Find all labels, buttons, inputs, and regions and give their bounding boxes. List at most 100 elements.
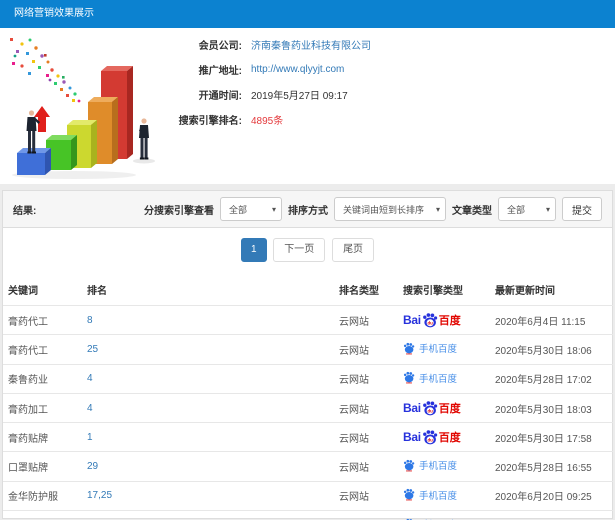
page-title: 网络营销效果展示 bbox=[14, 8, 94, 19]
updated-cell: 2020年6月20日 09:25 bbox=[495, 481, 613, 511]
keyword-cell: 膏药代工 bbox=[3, 305, 87, 335]
rank-link[interactable]: 25 bbox=[87, 344, 98, 355]
submit-button[interactable]: 提交 bbox=[562, 197, 602, 221]
engine-cell: 手机百度 bbox=[403, 334, 495, 365]
caret-down-icon: ▾ bbox=[271, 204, 276, 214]
rank-link[interactable]: 4 bbox=[87, 373, 93, 384]
baidu-logo-latin: Bai bbox=[403, 401, 421, 415]
info-label: 推广地址: bbox=[198, 66, 242, 77]
baidu-pc-logo: Bai du 百度 bbox=[403, 429, 461, 445]
pagination: 1 下一页 尾页 bbox=[3, 238, 612, 262]
mobile-baidu-paw-icon bbox=[403, 371, 415, 384]
baidu-logo-latin: Bai bbox=[403, 430, 421, 444]
rank-link[interactable]: 29 bbox=[87, 461, 98, 472]
keyword-cell: 膏药代工 bbox=[3, 334, 87, 365]
mobile-baidu-paw-icon bbox=[403, 488, 415, 501]
select-value: 全部 bbox=[229, 204, 248, 215]
table-row: 秦鲁药业 4 云网站 手机百度 2020年5月28日 17:02 bbox=[3, 364, 613, 394]
keyword-cell: 口罩贴牌 bbox=[3, 451, 87, 482]
select-value: 全部 bbox=[507, 204, 526, 215]
column-header: 关键词 bbox=[3, 274, 87, 306]
updated-cell: 2020年6月4日 11:15 bbox=[495, 305, 613, 335]
updated-cell: 2020年5月30日 17:58 bbox=[495, 422, 613, 452]
baidu-paw-icon: du bbox=[422, 313, 437, 328]
baidu-logo-chinese: 百度 bbox=[438, 432, 461, 444]
column-header: 排名类型 bbox=[339, 274, 403, 306]
page-button[interactable]: 1 bbox=[240, 238, 267, 262]
businessman-right bbox=[139, 118, 149, 160]
select-value: 关键词由短到长排序 bbox=[343, 204, 425, 215]
results-panel-body: 1 下一页 尾页 关键词 排名 排名类型 搜索引擎类型 最新更新时间 膏药代工 … bbox=[3, 228, 613, 520]
keyword-cell: 金华防护服 bbox=[3, 481, 87, 511]
keyword-cell: 福建防护服 bbox=[3, 510, 87, 520]
caret-down-icon: ▾ bbox=[435, 204, 440, 214]
updated-cell: 2020年6月4日 11:10 bbox=[495, 510, 613, 520]
rank-type-cell: 云网站 bbox=[339, 305, 403, 335]
info-value: 2019年5月27日 09:17 bbox=[251, 91, 348, 102]
rank-link[interactable]: 17,25 bbox=[87, 490, 112, 501]
member-info-fields: 会员公司: 济南秦鲁药业科技有限公司 推广地址: http://www.qlyy… bbox=[176, 28, 371, 184]
info-label: 搜索引擎排名: bbox=[178, 116, 242, 127]
mobile-baidu-logo: 手机百度 bbox=[403, 458, 457, 472]
results-section-label: 结果: bbox=[13, 205, 37, 217]
keyword-cell: 膏药贴牌 bbox=[3, 422, 87, 452]
mobile-baidu-logo: 手机百度 bbox=[403, 488, 457, 502]
article-type-select[interactable]: 全部 ▾ bbox=[498, 197, 556, 221]
engine-cell: 手机百度 bbox=[403, 451, 495, 482]
keyword-cell: 秦鲁药业 bbox=[3, 364, 87, 394]
rank-link[interactable]: 8 bbox=[87, 315, 93, 326]
updated-cell: 2020年5月30日 18:03 bbox=[495, 393, 613, 423]
info-value[interactable]: http://www.qlyyjt.com bbox=[251, 64, 344, 75]
baidu-du-text: du bbox=[427, 320, 433, 325]
filter-bar: 结果: 分搜索引擎查看 全部 ▾ 排序方式 关键词由短到长排序 ▾ 文章类型 全部 … bbox=[3, 191, 612, 228]
info-row: 会员公司: 济南秦鲁药业科技有限公司 bbox=[176, 32, 371, 57]
table-row: 金华防护服 17,25 云网站 手机百度 2020年6月20日 09:25 bbox=[3, 481, 613, 511]
info-row: 搜索引擎排名: 4895条 bbox=[176, 107, 371, 132]
column-header: 最新更新时间 bbox=[495, 274, 613, 306]
caret-down-icon: ▾ bbox=[545, 204, 550, 214]
engine-cell: 手机百度 bbox=[403, 481, 495, 511]
rank-type-cell: 云网站 bbox=[339, 481, 403, 511]
rank-link[interactable]: 1 bbox=[87, 432, 93, 443]
rank-type-cell: 云网站 bbox=[339, 510, 403, 520]
rank-type-cell: 云网站 bbox=[339, 393, 403, 423]
baidu-pc-logo: Bai du 百度 bbox=[403, 400, 461, 416]
bar-chart-illustration bbox=[10, 38, 155, 179]
engine-cell: Bai du 百度 bbox=[403, 422, 495, 452]
mobile-baidu-logo: 手机百度 bbox=[403, 341, 457, 355]
column-header: 排名 bbox=[87, 274, 339, 306]
mobile-baidu-logo: 手机百度 bbox=[403, 371, 457, 385]
table-row: 口罩贴牌 29 云网站 手机百度 2020年5月28日 16:55 bbox=[3, 451, 613, 482]
updated-cell: 2020年5月30日 18:06 bbox=[495, 334, 613, 365]
mobile-baidu-label: 手机百度 bbox=[419, 490, 458, 502]
engine-cell: Bai du 百度 bbox=[403, 393, 495, 423]
info-value[interactable]: 济南秦鲁药业科技有限公司 bbox=[251, 37, 371, 52]
results-panel: 结果: 分搜索引擎查看 全部 ▾ 排序方式 关键词由短到长排序 ▾ 文章类型 全部 … bbox=[2, 190, 613, 520]
page-button[interactable]: 尾页 bbox=[332, 238, 375, 262]
info-label: 会员公司: bbox=[198, 41, 242, 52]
engine-filter-select[interactable]: 全部 ▾ bbox=[220, 197, 282, 221]
rank-link[interactable]: 4 bbox=[87, 403, 93, 414]
results-table: 关键词 排名 排名类型 搜索引擎类型 最新更新时间 膏药代工 8 云网站 Bai… bbox=[3, 274, 613, 520]
table-row: 膏药代工 25 云网站 手机百度 2020年5月30日 18:06 bbox=[3, 334, 613, 365]
baidu-paw-icon: du bbox=[422, 430, 437, 445]
table-row: 膏药代工 8 云网站 Bai du 百度 2020年6月4日 11:15 bbox=[3, 305, 613, 335]
baidu-logo-chinese: 百度 bbox=[438, 315, 461, 327]
filter-label: 分搜索引擎查看 bbox=[144, 205, 214, 217]
table-row: 福建防护服 10 云网站 手机百度 2020年6月4日 11:10 bbox=[3, 510, 613, 520]
engine-cell: Bai du 百度 bbox=[403, 305, 495, 335]
sort-order-select[interactable]: 关键词由短到长排序 ▾ bbox=[334, 197, 446, 221]
engine-cell: 手机百度 bbox=[403, 510, 495, 520]
updated-cell: 2020年5月28日 17:02 bbox=[495, 364, 613, 394]
info-value: 4895条 bbox=[251, 116, 284, 127]
confetti-dots bbox=[10, 38, 81, 103]
column-header: 搜索引擎类型 bbox=[403, 274, 495, 306]
baidu-logo-latin: Bai bbox=[403, 313, 421, 327]
info-row: 推广地址: http://www.qlyyjt.com bbox=[176, 57, 371, 82]
info-row: 开通时间: 2019年5月27日 09:17 bbox=[176, 82, 371, 107]
table-row: 膏药加工 4 云网站 Bai du 百度 2020年5月30日 18:03 bbox=[3, 393, 613, 423]
baidu-pc-logo: Bai du 百度 bbox=[403, 312, 461, 328]
baidu-du-text: du bbox=[427, 408, 433, 413]
rank-type-cell: 云网站 bbox=[339, 422, 403, 452]
page-button[interactable]: 下一页 bbox=[273, 238, 326, 262]
